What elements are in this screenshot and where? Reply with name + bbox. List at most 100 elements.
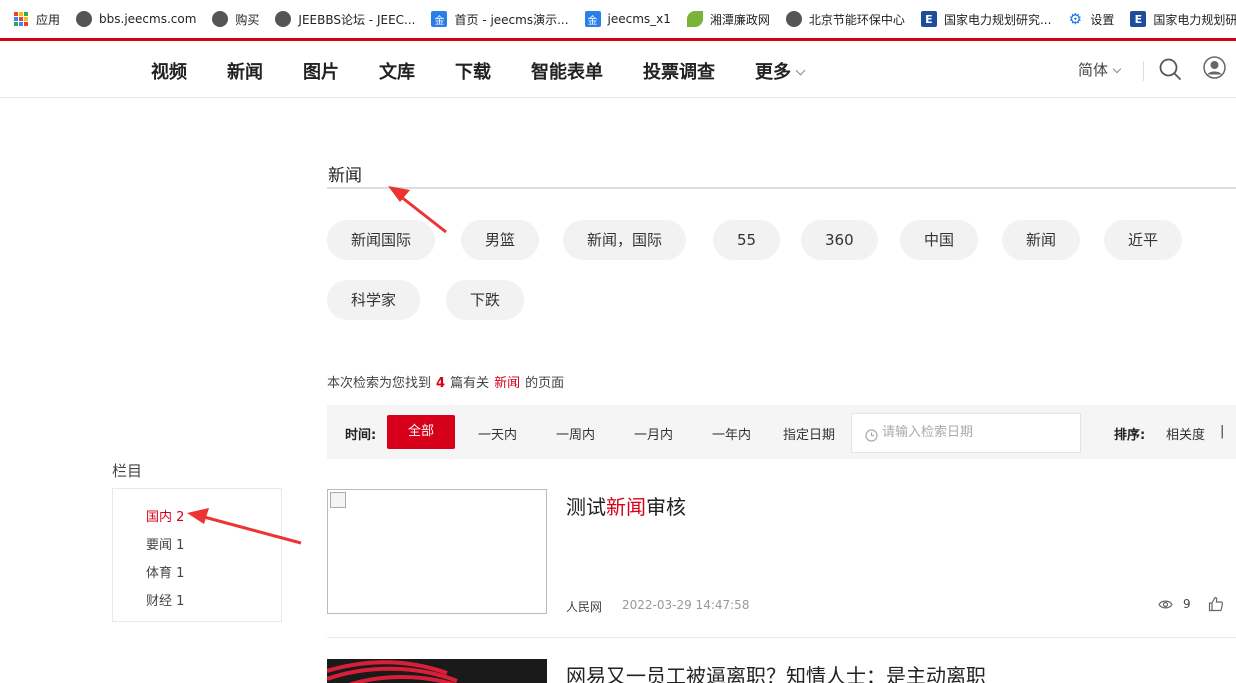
- e-icon: E: [1130, 11, 1147, 27]
- clock-icon: [865, 427, 878, 446]
- sort-separator: |: [1220, 424, 1225, 439]
- nav-item-images[interactable]: 图片: [303, 58, 339, 84]
- bookmark-label: 湘潭廉政网: [709, 12, 770, 27]
- globe-icon: [785, 11, 802, 27]
- bookmark-label: bbs.jeecms.com: [99, 12, 197, 26]
- language-select[interactable]: 简体: [1078, 59, 1122, 80]
- search-query[interactable]: 新闻: [328, 161, 362, 186]
- bookmark-jeecms-demo[interactable]: 金 首页 - jeecms演示...: [431, 11, 569, 28]
- bookmarks-bar: 应用 bbs.jeecms.com 购买 JEEBBS论坛 - JEEC... …: [0, 0, 1236, 38]
- e-icon: E: [920, 11, 937, 27]
- nav-more-label: 更多: [755, 62, 791, 83]
- jin-icon: 金: [431, 11, 448, 27]
- result-thumbnail[interactable]: [327, 659, 547, 683]
- category-item-sports[interactable]: 体育 1: [146, 562, 184, 581]
- sidebar-title: 栏目: [112, 462, 143, 480]
- bookmark-label: 设置: [1090, 12, 1115, 27]
- filter-week-option[interactable]: 一周内: [556, 424, 595, 443]
- tag-chip[interactable]: 下跌: [446, 280, 525, 320]
- top-nav: 视频 新闻 图片 文库 下载 智能表单 投票调查 更多 简体: [0, 41, 1236, 98]
- nav-divider: [1143, 61, 1144, 81]
- bookmark-power-2[interactable]: E 国家电力规划研究: [1130, 11, 1236, 28]
- bookmark-beijing[interactable]: 北京节能环保中心: [785, 11, 905, 28]
- nav-item-more[interactable]: 更多: [755, 58, 806, 84]
- result-thumbnail[interactable]: [327, 489, 547, 614]
- bookmark-label: JEEBBS论坛 - JEEC...: [298, 12, 416, 27]
- summary-keyword: 新闻: [494, 376, 521, 391]
- filter-all-button[interactable]: 全部: [387, 415, 455, 449]
- tag-chip[interactable]: 近平: [1104, 220, 1183, 260]
- gear-icon: ⚙: [1068, 10, 1083, 28]
- result-title-part: 测试: [566, 495, 606, 519]
- bookmark-label: 应用: [36, 12, 61, 27]
- nav-item-vote[interactable]: 投票调查: [643, 58, 715, 84]
- sort-label: 排序:: [1114, 428, 1146, 443]
- category-item-headlines[interactable]: 要闻 1: [146, 534, 184, 553]
- bookmark-label: jeecms_x1: [607, 12, 671, 26]
- nav-item-library[interactable]: 文库: [379, 58, 415, 84]
- chevron-down-icon: [795, 65, 806, 76]
- result-title-highlight: 新闻: [606, 495, 646, 519]
- category-item-finance[interactable]: 财经 1: [146, 590, 184, 609]
- thumbs-up-icon[interactable]: [1208, 596, 1224, 616]
- tag-chip[interactable]: 55: [713, 220, 781, 260]
- filter-year-option[interactable]: 一年内: [712, 424, 751, 443]
- tag-chip[interactable]: 新闻: [1002, 220, 1081, 260]
- result-title[interactable]: 网易又一员工被逼离职？知情人士：是主动离职: [566, 660, 986, 683]
- bookmark-jeebbs[interactable]: JEEBBS论坛 - JEEC...: [275, 11, 415, 28]
- views-count: 9: [1183, 597, 1191, 611]
- category-item-domestic[interactable]: 国内 2: [146, 506, 184, 525]
- broken-image-icon: [330, 492, 346, 508]
- time-label: 时间:: [345, 428, 377, 443]
- search-underline: [327, 187, 1236, 189]
- tag-chip[interactable]: 中国: [900, 220, 979, 260]
- language-label: 简体: [1078, 61, 1109, 79]
- bookmark-jeecms-x1[interactable]: 金 jeecms_x1: [584, 11, 671, 27]
- bookmark-label: 购买: [235, 12, 260, 27]
- nav-item-news[interactable]: 新闻: [227, 58, 263, 84]
- tag-chip[interactable]: 男篮: [461, 220, 540, 260]
- result-views: 9: [1158, 597, 1191, 611]
- result-divider: [327, 637, 1236, 638]
- bookmark-apps[interactable]: 应用: [14, 11, 60, 28]
- user-avatar-icon[interactable]: [1203, 56, 1226, 83]
- tag-chip[interactable]: 新闻，国际: [563, 220, 687, 260]
- result-count: 4: [436, 376, 446, 391]
- search-icon[interactable]: [1158, 57, 1182, 85]
- eye-icon: [1158, 599, 1173, 610]
- result-summary: 本次检索为您找到 4 篇有关 新闻 的页面: [327, 372, 564, 391]
- nav-item-video[interactable]: 视频: [151, 58, 187, 84]
- globe-icon: [275, 11, 292, 27]
- bookmark-buy[interactable]: 购买: [212, 11, 259, 28]
- filter-custom-date-option[interactable]: 指定日期: [783, 424, 835, 443]
- date-input[interactable]: [882, 425, 1072, 440]
- sort-relevance-option[interactable]: 相关度: [1166, 424, 1205, 443]
- bookmark-label: 北京节能环保中心: [808, 12, 905, 27]
- nav-item-smart-form[interactable]: 智能表单: [531, 58, 603, 84]
- bookmark-xiangtan[interactable]: 湘潭廉政网: [686, 11, 770, 28]
- summary-prefix: 本次检索为您找到: [327, 376, 432, 391]
- tag-chip[interactable]: 科学家: [327, 280, 421, 320]
- globe-icon: [212, 11, 229, 27]
- bookmark-label: 国家电力规划研究...: [943, 12, 1052, 27]
- bookmark-label: 首页 - jeecms演示...: [454, 12, 569, 27]
- date-search-field[interactable]: [851, 413, 1081, 453]
- summary-suffix: 的页面: [525, 376, 565, 391]
- category-list: 国内 2 要闻 1 体育 1 财经 1: [112, 488, 282, 622]
- result-date: 2022-03-29 14:47:58: [622, 598, 750, 612]
- tag-chip[interactable]: 360: [801, 220, 878, 260]
- apps-icon: [14, 12, 28, 26]
- globe-icon: [76, 11, 93, 27]
- bookmark-settings[interactable]: ⚙ 设置: [1067, 10, 1115, 28]
- bookmark-power-1[interactable]: E 国家电力规划研究...: [920, 11, 1052, 28]
- chevron-down-icon: [1112, 64, 1122, 74]
- bookmark-bbs[interactable]: bbs.jeecms.com: [76, 11, 196, 27]
- filter-bar: 时间: 全部 一天内 一周内 一月内 一年内 指定日期 排序: 相关度 |: [327, 405, 1236, 459]
- jin-icon: 金: [584, 11, 601, 27]
- nav-item-download[interactable]: 下载: [455, 58, 491, 84]
- filter-day-option[interactable]: 一天内: [478, 424, 517, 443]
- bookmark-label: 国家电力规划研究: [1153, 12, 1236, 27]
- tag-chip[interactable]: 新闻国际: [327, 220, 436, 260]
- result-title[interactable]: 测试新闻审核: [566, 491, 686, 520]
- filter-month-option[interactable]: 一月内: [634, 424, 673, 443]
